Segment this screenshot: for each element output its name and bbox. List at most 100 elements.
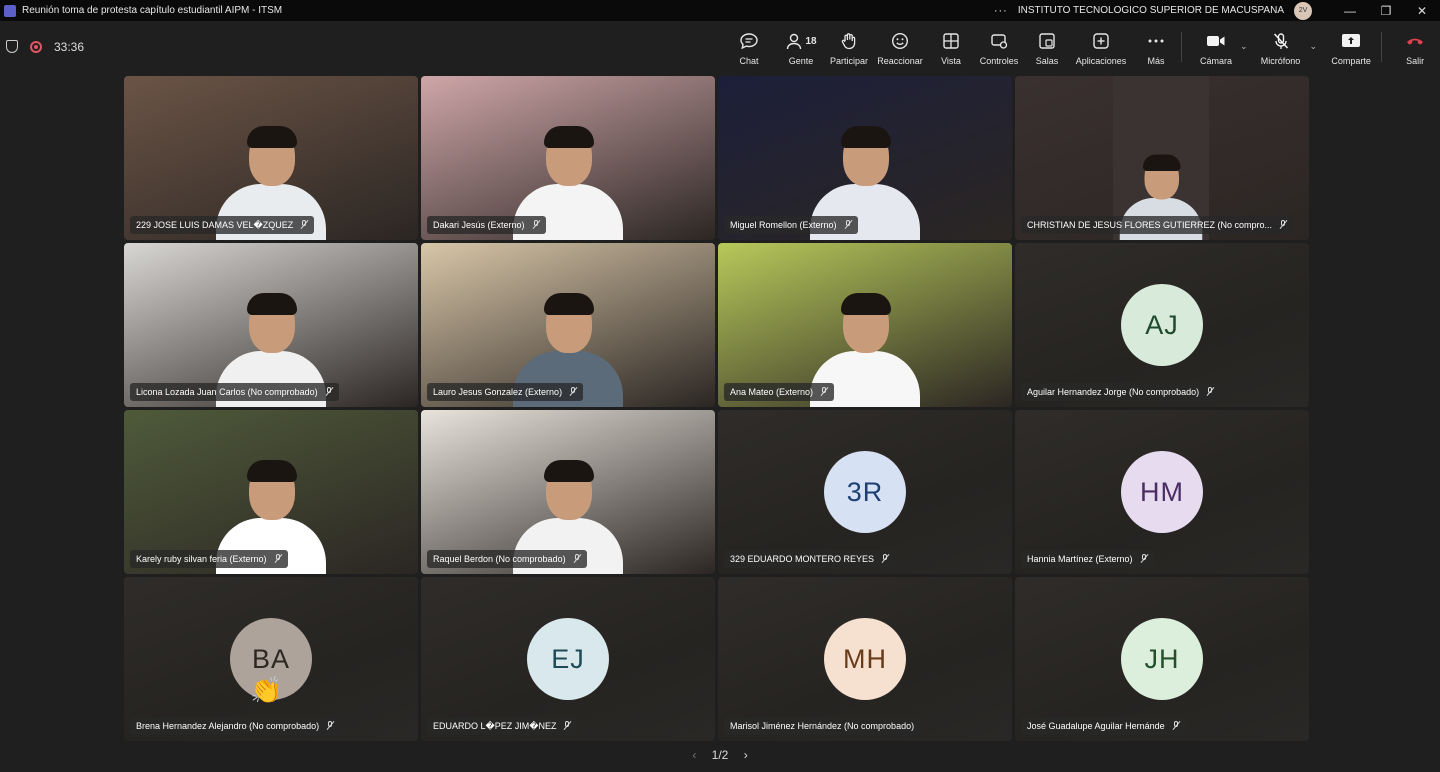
meeting-toolbar: 33:36 Chat 18 Gente Participar Reacciona… [0, 21, 1440, 72]
microphone-button[interactable]: Micrófono [1258, 21, 1304, 72]
restore-button[interactable]: ❐ [1368, 4, 1404, 18]
camera-icon [1206, 31, 1226, 51]
next-page-icon[interactable]: › [744, 748, 748, 762]
hair [544, 126, 594, 148]
participant-name: 329 EDUARDO MONTERO REYES [730, 554, 875, 564]
participant-tile[interactable]: Licona Lozada Juan Carlos (No comprobado… [124, 243, 418, 407]
camera-label: Cámara [1199, 56, 1232, 66]
raise-hand-button[interactable]: Participar [829, 21, 869, 72]
hair [544, 293, 594, 315]
camera-options-chevron-icon[interactable]: ⌄ [1240, 21, 1248, 52]
user-avatar[interactable]: 2V [1294, 1, 1312, 20]
hair [247, 126, 297, 148]
pagination: ‹ 1/2 › [0, 748, 1440, 762]
participant-name-tag: Lauro Jesus Gonzalez (Externo) [427, 383, 584, 401]
controls-label: Controles [979, 56, 1019, 66]
participant-avatar: HM [1121, 451, 1203, 533]
participant-name-tag: Ana Mateo (Externo) [724, 383, 835, 401]
page-indicator: 1/2 [711, 748, 729, 762]
participant-avatar: JH [1121, 618, 1203, 700]
leave-button[interactable]: Salir [1398, 21, 1432, 72]
breakout-rooms-icon [1038, 31, 1056, 51]
camera-button[interactable]: Cámara [1196, 21, 1236, 72]
participant-tile[interactable]: JH José Guadalupe Aguilar Hernánde [1015, 577, 1309, 741]
muted-microphone-icon [844, 220, 852, 230]
people-button[interactable]: 18 Gente [773, 21, 829, 72]
participant-name-tag: Licona Lozada Juan Carlos (No comprobado… [130, 383, 339, 401]
share-label: Comparte [1331, 56, 1371, 66]
participant-name-tag: Brena Hernandez Alejandro (No comprobado… [130, 717, 341, 735]
share-screen-icon [1341, 31, 1361, 51]
participant-tile[interactable]: 229 JOSE LUIS DAMAS VEL�ZQUEZ [124, 76, 418, 240]
participant-tile[interactable]: AJ Aguilar Hernandez Jorge (No comprobado… [1015, 243, 1309, 407]
participant-tile[interactable]: MH Marisol Jiménez Hernández (No comproba… [718, 577, 1012, 741]
participant-tile[interactable]: Karely ruby silvan feria (Externo) [124, 410, 418, 574]
window-title: Reunión toma de protesta capítulo estudi… [22, 5, 283, 16]
muted-microphone-icon [569, 387, 577, 397]
muted-microphone-icon [326, 721, 334, 731]
close-window-button[interactable]: ✕ [1404, 4, 1440, 18]
title-bar: Reunión toma de protesta capítulo estudi… [0, 0, 1440, 21]
participant-name: José Guadalupe Aguilar Hernánde [1027, 721, 1165, 731]
hang-up-icon [1405, 31, 1425, 51]
participant-avatar: AJ [1121, 284, 1203, 366]
muted-microphone-icon [563, 721, 571, 731]
more-options-icon[interactable]: ··· [994, 5, 1008, 17]
participant-tile[interactable]: EJ EDUARDO L�PEZ JIM�NEZ [421, 577, 715, 741]
view-label: Vista [941, 56, 961, 66]
organization-name: INSTITUTO TECNOLOGICO SUPERIOR DE MACUSP… [1017, 5, 1284, 16]
participant-tile[interactable]: Miguel Romellon (Externo) [718, 76, 1012, 240]
more-label: Más [1147, 56, 1165, 66]
apps-label: Aplicaciones [1075, 56, 1127, 66]
rooms-label: Salas [1035, 56, 1059, 66]
controls-button[interactable]: Controles [975, 21, 1023, 72]
meeting-timer: 33:36 [54, 39, 85, 54]
participant-name: Miguel Romellon (Externo) [730, 220, 837, 230]
participant-tile[interactable]: CHRISTIAN DE JESUS FLORES GUTIERREZ (No … [1015, 76, 1309, 240]
participant-tile[interactable]: Dakari Jesús (Externo) [421, 76, 715, 240]
more-button[interactable]: Más [1139, 21, 1173, 72]
share-button[interactable]: Comparte [1329, 21, 1373, 72]
rooms-button[interactable]: Salas [1029, 21, 1065, 72]
muted-microphone-icon [274, 554, 282, 564]
people-icon: 18 [785, 31, 817, 51]
teams-logo-icon [4, 4, 16, 17]
muted-microphone-icon [573, 554, 581, 564]
view-button[interactable]: Vista [931, 21, 971, 72]
react-button[interactable]: Reaccionar [873, 21, 927, 72]
chat-label: Chat [739, 56, 759, 66]
hair [841, 293, 891, 315]
muted-microphone-icon [1172, 721, 1180, 731]
chat-button[interactable]: Chat [731, 21, 767, 72]
raise-hand-label: Participar [829, 56, 868, 66]
participant-tile[interactable]: Lauro Jesus Gonzalez (Externo) [421, 243, 715, 407]
previous-page-icon[interactable]: ‹ [692, 748, 696, 762]
muted-microphone-icon [881, 554, 889, 564]
people-count: 18 [805, 35, 817, 47]
clapping-hands-reaction-icon: 👏 [250, 675, 283, 705]
participant-name-tag: Raquel Berdon (No comprobado) [427, 550, 587, 568]
minimize-button[interactable]: — [1332, 4, 1368, 18]
participant-tile[interactable]: Ana Mateo (Externo) [718, 243, 1012, 407]
hair [247, 293, 297, 315]
participant-name-tag: 329 EDUARDO MONTERO REYES [724, 550, 896, 568]
participant-name: Dakari Jesús (Externo) [433, 220, 525, 230]
smiley-icon [891, 31, 909, 51]
participant-tile[interactable]: 3R 329 EDUARDO MONTERO REYES [718, 410, 1012, 574]
participant-tile[interactable]: Raquel Berdon (No comprobado) [421, 410, 715, 574]
participant-name: Ana Mateo (Externo) [730, 387, 814, 397]
participant-tile[interactable]: HM Hannia Martínez (Externo) [1015, 410, 1309, 574]
toolbar-divider-2 [1381, 32, 1383, 62]
chat-icon [739, 31, 759, 51]
participant-avatar: EJ [527, 618, 609, 700]
participant-name: Raquel Berdon (No comprobado) [433, 554, 566, 564]
mic-options-chevron-icon[interactable]: ⌄ [1310, 21, 1318, 52]
apps-button[interactable]: Aplicaciones [1073, 21, 1129, 72]
hair [841, 126, 891, 148]
participant-name-tag: CHRISTIAN DE JESUS FLORES GUTIERREZ (No … [1021, 216, 1294, 234]
shield-icon [6, 40, 18, 53]
participant-name-tag: Karely ruby silvan feria (Externo) [130, 550, 288, 568]
hair [247, 460, 297, 482]
participant-tile[interactable]: BA 👏 Brena Hernandez Alejandro (No comprob… [124, 577, 418, 741]
muted-microphone-icon [1140, 554, 1148, 564]
